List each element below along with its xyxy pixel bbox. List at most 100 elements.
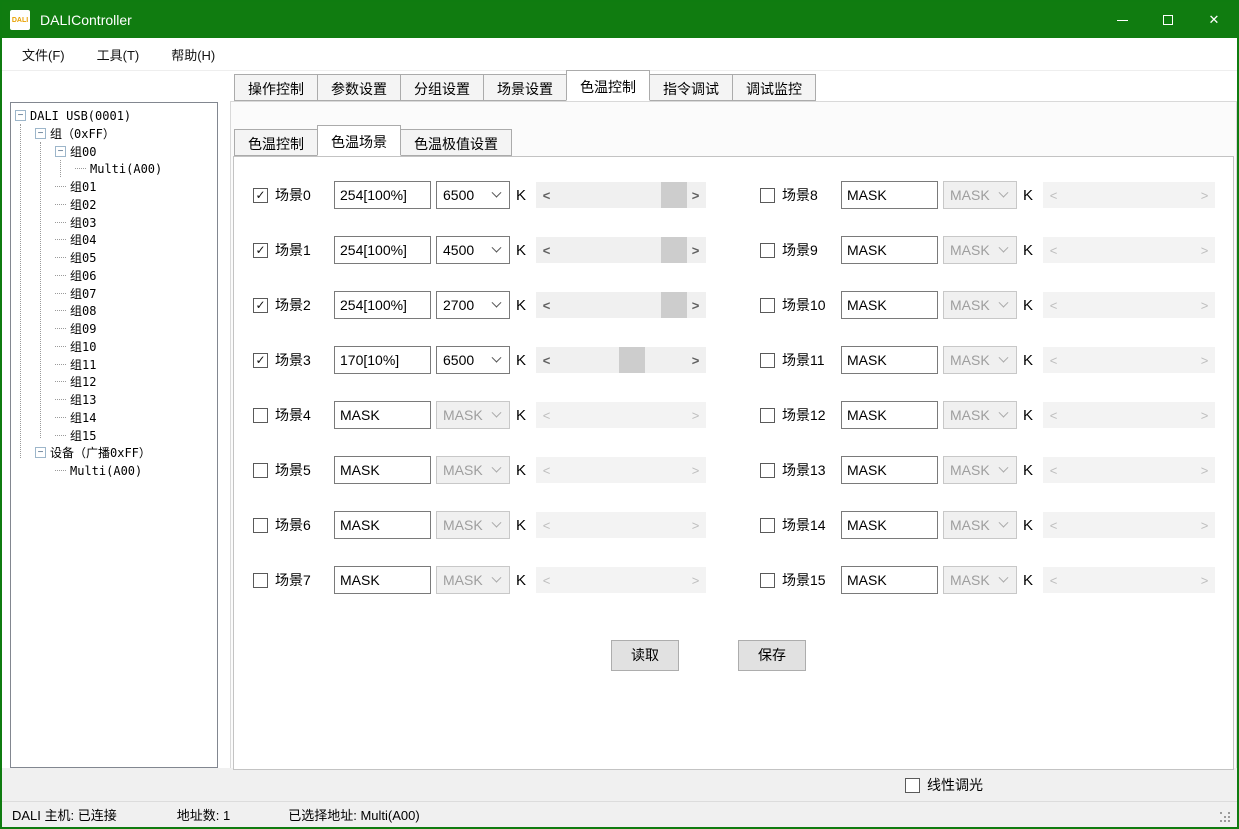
scene-temp-select[interactable]: MASK — [436, 401, 510, 429]
scene-level-input[interactable] — [334, 401, 431, 429]
save-button[interactable]: 保存 — [738, 640, 806, 671]
tree-item[interactable]: 组03 — [55, 214, 96, 231]
scene-temp-select[interactable]: MASK — [943, 511, 1017, 539]
scene-checkbox[interactable] — [760, 463, 775, 478]
scroll-left-icon[interactable]: < — [538, 347, 555, 373]
scene-checkbox[interactable] — [253, 573, 268, 588]
tree-item[interactable]: 组12 — [55, 373, 96, 390]
scene-temp-select[interactable]: MASK — [436, 566, 510, 594]
scene-checkbox[interactable] — [253, 408, 268, 423]
close-button[interactable]: ✕ — [1191, 2, 1237, 38]
linear-dimming-checkbox[interactable] — [905, 778, 920, 793]
menu-tools[interactable]: 工具(T) — [85, 39, 152, 70]
maximize-button[interactable] — [1145, 2, 1191, 38]
scene-checkbox[interactable]: ✓ — [253, 353, 268, 368]
scene-level-input[interactable] — [334, 456, 431, 484]
scene-level-input[interactable] — [841, 401, 938, 429]
scroll-left-icon[interactable]: < — [538, 292, 555, 318]
tree-item[interactable]: 组13 — [55, 391, 96, 408]
scene-level-input[interactable] — [841, 236, 938, 264]
scene-temp-select[interactable]: MASK — [943, 291, 1017, 319]
tree-item[interactable]: 组04 — [55, 231, 96, 248]
scene-checkbox[interactable]: ✓ — [253, 243, 268, 258]
tab-main-3[interactable]: 场景设置 — [483, 74, 567, 101]
tree-item[interactable]: 组15 — [55, 427, 96, 444]
scene-temp-select[interactable]: MASK — [943, 566, 1017, 594]
menu-file[interactable]: 文件(F) — [10, 39, 77, 70]
scrollbar-thumb[interactable] — [661, 237, 687, 263]
scene-temp-scrollbar[interactable]: <> — [536, 237, 706, 263]
scrollbar-thumb[interactable] — [619, 347, 645, 373]
scroll-right-icon[interactable]: > — [687, 347, 704, 373]
scene-level-input[interactable] — [334, 511, 431, 539]
tree-item[interactable]: 组09 — [55, 320, 96, 337]
scene-temp-scrollbar[interactable]: <> — [536, 347, 706, 373]
tree-item[interactable]: 组05 — [55, 249, 96, 266]
tab-main-1[interactable]: 参数设置 — [317, 74, 401, 101]
tree-item[interactable]: 组10 — [55, 338, 96, 355]
tree-item[interactable]: Multi(A00) — [55, 462, 142, 479]
scroll-left-icon[interactable]: < — [538, 182, 555, 208]
scene-checkbox[interactable] — [253, 518, 268, 533]
scene-level-input[interactable] — [841, 181, 938, 209]
tree-item[interactable]: −DALI USB(0001) — [15, 107, 131, 124]
tree-item[interactable]: Multi(A00) — [75, 160, 162, 177]
scene-checkbox[interactable]: ✓ — [253, 298, 268, 313]
tab-main-6[interactable]: 调试监控 — [732, 74, 816, 101]
scene-temp-select[interactable]: 6500 — [436, 346, 510, 374]
scene-temp-select[interactable]: MASK — [943, 401, 1017, 429]
scene-level-input[interactable] — [334, 236, 431, 264]
minimize-button[interactable] — [1099, 2, 1145, 38]
scene-level-input[interactable] — [334, 346, 431, 374]
scene-checkbox[interactable] — [760, 243, 775, 258]
scene-checkbox[interactable] — [253, 463, 268, 478]
scene-checkbox[interactable] — [760, 408, 775, 423]
scene-temp-select[interactable]: 2700 — [436, 291, 510, 319]
tab-sub-0[interactable]: 色温控制 — [234, 129, 318, 156]
scene-checkbox[interactable] — [760, 188, 775, 203]
scene-temp-scrollbar[interactable]: <> — [536, 182, 706, 208]
tree-collapse-icon[interactable]: − — [35, 447, 46, 458]
scene-level-input[interactable] — [334, 566, 431, 594]
scene-temp-select[interactable]: MASK — [943, 236, 1017, 264]
tab-main-0[interactable]: 操作控制 — [234, 74, 318, 101]
scene-checkbox[interactable] — [760, 518, 775, 533]
tree-item[interactable]: 组06 — [55, 267, 96, 284]
tab-main-2[interactable]: 分组设置 — [400, 74, 484, 101]
tab-main-4[interactable]: 色温控制 — [566, 70, 650, 101]
tree-collapse-icon[interactable]: − — [55, 146, 66, 157]
tree-item[interactable]: −设备（广播0xFF） — [35, 444, 151, 461]
scroll-right-icon[interactable]: > — [687, 292, 704, 318]
tree-item[interactable]: −组（0xFF） — [35, 125, 115, 142]
scene-temp-select[interactable]: MASK — [436, 456, 510, 484]
tab-sub-1[interactable]: 色温场景 — [317, 125, 401, 156]
tab-main-5[interactable]: 指令调试 — [649, 74, 733, 101]
scrollbar-thumb[interactable] — [661, 292, 687, 318]
tree-item[interactable]: 组07 — [55, 285, 96, 302]
scene-temp-select[interactable]: MASK — [943, 456, 1017, 484]
tree-collapse-icon[interactable]: − — [35, 128, 46, 139]
tab-sub-2[interactable]: 色温极值设置 — [400, 129, 512, 156]
scene-level-input[interactable] — [841, 456, 938, 484]
scene-checkbox[interactable]: ✓ — [253, 188, 268, 203]
scene-level-input[interactable] — [841, 291, 938, 319]
scene-checkbox[interactable] — [760, 298, 775, 313]
resize-grip-icon[interactable] — [1220, 810, 1232, 822]
tree-item[interactable]: 组02 — [55, 196, 96, 213]
scene-level-input[interactable] — [841, 566, 938, 594]
scene-temp-scrollbar[interactable]: <> — [536, 292, 706, 318]
scene-level-input[interactable] — [334, 181, 431, 209]
tree-item[interactable]: 组01 — [55, 178, 96, 195]
scroll-right-icon[interactable]: > — [687, 237, 704, 263]
tree-item[interactable]: 组08 — [55, 302, 96, 319]
scene-level-input[interactable] — [841, 346, 938, 374]
scene-checkbox[interactable] — [760, 573, 775, 588]
scroll-left-icon[interactable]: < — [538, 237, 555, 263]
scene-level-input[interactable] — [334, 291, 431, 319]
scene-level-input[interactable] — [841, 511, 938, 539]
tree-item[interactable]: 组11 — [55, 356, 96, 373]
tree-item[interactable]: −组00 — [55, 143, 96, 160]
menu-help[interactable]: 帮助(H) — [159, 39, 227, 70]
scene-temp-select[interactable]: 6500 — [436, 181, 510, 209]
scene-temp-select[interactable]: MASK — [943, 181, 1017, 209]
